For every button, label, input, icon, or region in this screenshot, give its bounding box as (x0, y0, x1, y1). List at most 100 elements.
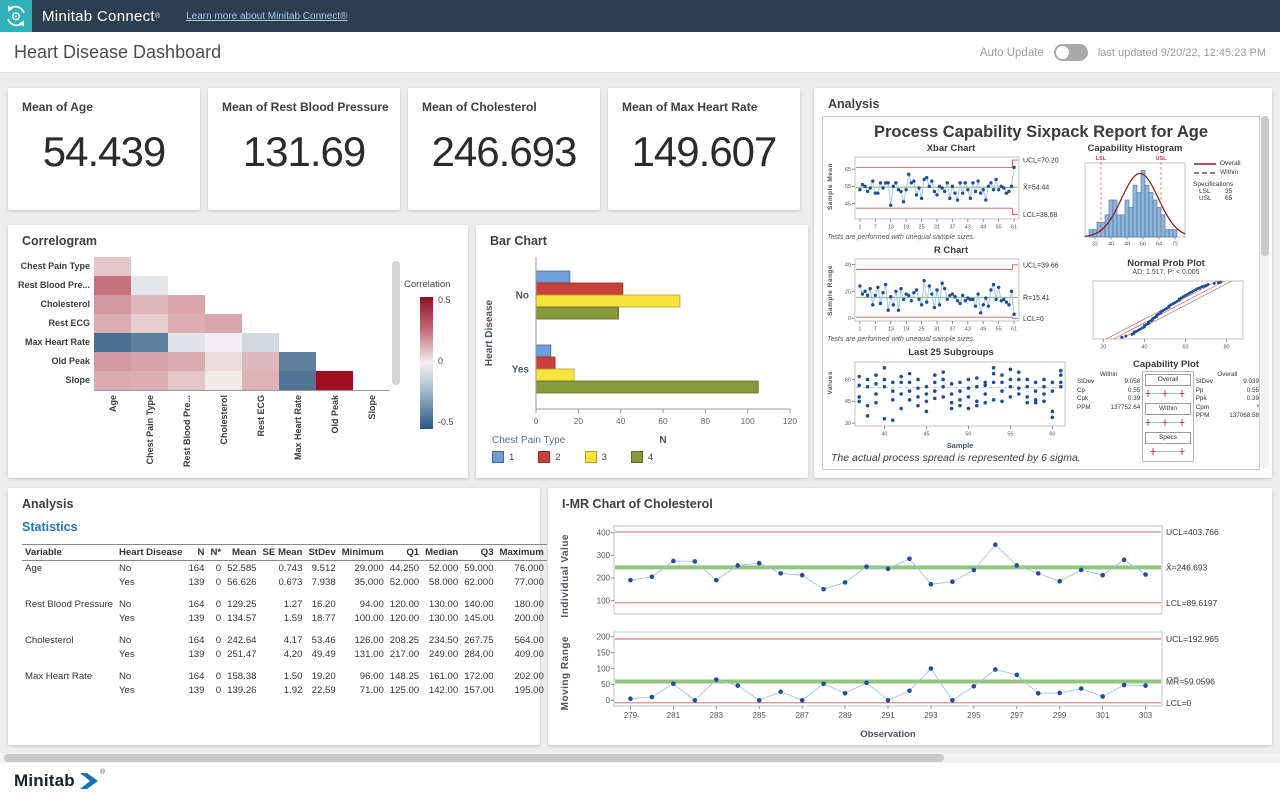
svg-text:Sample: Sample (947, 441, 974, 450)
bar-chart-panel: Bar Chart NoYes020406080100120NHeart Dis… (476, 225, 808, 478)
dashboard-main: Mean of Age 54.439 Mean of Rest Blood Pr… (0, 72, 1280, 753)
registered-mark: ® (155, 13, 160, 20)
svg-text:100: 100 (741, 416, 755, 426)
heatmap-cell (205, 352, 242, 371)
svg-text:49: 49 (980, 327, 986, 333)
heatmap-cell (279, 352, 316, 371)
svg-text:40: 40 (1141, 345, 1147, 351)
minitab-connect-logo[interactable]: ⚙ (0, 0, 32, 32)
svg-text:UCL=70.20: UCL=70.20 (1023, 158, 1059, 165)
heatmap-col-label: Cholesterol (205, 395, 242, 473)
heatmap-row-label: Chest Pain Type (12, 257, 90, 276)
svg-text:N: N (659, 435, 666, 446)
footer-brand: Minitab (14, 771, 75, 791)
process-spread-note: The actual process spread is represented… (831, 452, 1251, 464)
svg-text:303: 303 (1139, 711, 1153, 720)
svg-text:289: 289 (838, 711, 852, 720)
heatmap-cell (94, 295, 131, 314)
svg-text:55: 55 (996, 327, 1002, 333)
page-header: Heart Disease Dashboard Auto Update last… (0, 32, 1280, 73)
kpi-value: 54.439 (8, 128, 200, 176)
unequal-samples-note: Tests are performed with unequal sample … (827, 234, 1077, 241)
legend-item: 1 (492, 451, 514, 463)
svg-text:LCL=0: LCL=0 (1166, 698, 1192, 708)
kpi-label: Mean of Cholesterol (422, 100, 537, 114)
heatmap-cell (205, 371, 242, 390)
vertical-scrollbar[interactable] (1261, 116, 1269, 468)
toggle-knob (1056, 46, 1069, 59)
svg-text:43: 43 (965, 225, 971, 231)
svg-text:25: 25 (919, 327, 925, 333)
colorbar-tick: -0.5 (438, 417, 454, 427)
svg-text:100: 100 (597, 664, 611, 673)
legend-within-label: Within (1220, 169, 1238, 176)
kpi-card-cholesterol: Mean of Cholesterol 246.693 (408, 88, 600, 210)
panel-title: Bar Chart (490, 234, 547, 248)
svg-text:1: 1 (858, 327, 861, 333)
svg-text:31: 31 (934, 327, 940, 333)
legend-items: 1234 (492, 451, 653, 463)
svg-text:40: 40 (845, 262, 851, 268)
panel-title: I-MR Chart of Cholesterol (562, 497, 713, 511)
svg-text:200: 200 (597, 574, 611, 583)
kpi-label: Mean of Max Heart Rate (622, 100, 757, 114)
statistics-link[interactable]: Statistics (22, 520, 78, 534)
heatmap-cell (94, 257, 131, 276)
svg-text:7: 7 (874, 225, 877, 231)
last25-chart: 3045604045505560Sample (825, 358, 1077, 455)
histogram-legend: Overall Within Specifications LSL35USL65 (1193, 159, 1257, 202)
table-row: Rest Blood PressureNo1640129.251.2716.20… (22, 597, 547, 611)
table-header: N* (207, 545, 224, 561)
legend-item: 2 (538, 451, 560, 463)
heatmap-cell (168, 352, 205, 371)
svg-text:293: 293 (924, 711, 938, 720)
table-row: Yes1390134.571.5918.77100.00120.00130.00… (22, 611, 547, 625)
heatmap-row-label: Max Heart Rate (12, 333, 90, 352)
panel-scrollbar-thumb[interactable] (392, 261, 400, 385)
heatmap-cell (131, 314, 168, 333)
svg-text:0: 0 (534, 416, 539, 426)
svg-text:Observation: Observation (860, 729, 916, 740)
table-header: Q1 (387, 545, 422, 561)
heatmap-row-label: Slope (12, 371, 90, 390)
svg-text:25: 25 (919, 225, 925, 231)
svg-text:31: 31 (934, 225, 940, 231)
scrollbar-thumb[interactable] (1261, 116, 1269, 256)
horizontal-scrollbar[interactable] (0, 753, 1280, 763)
learn-more-link[interactable]: Learn more about Minitab Connect® (186, 11, 347, 22)
svg-text:400: 400 (597, 529, 611, 538)
svg-text:R̄=15.41: R̄=15.41 (1023, 294, 1050, 302)
heatmap-col-label: Chest Pain Type (131, 395, 168, 473)
svg-text:20: 20 (845, 289, 851, 295)
page-footer: Minitab ® (0, 763, 1280, 802)
last-updated-text: last updated 9/20/22, 12:45:23 PM (1098, 47, 1266, 59)
sixpack-report: Process Capability Sixpack Report for Ag… (822, 116, 1260, 470)
heatmap-cell (168, 371, 205, 390)
legend-item: 3 (585, 451, 607, 463)
normal-prob-plot-title: Normal Prob Plot (1081, 258, 1251, 269)
table-header: Maximum (497, 545, 547, 561)
table-header: Median (422, 545, 461, 561)
individual-value-axis-label: Individual Value (560, 534, 571, 618)
svg-text:287: 287 (795, 711, 809, 720)
svg-text:Heart Disease: Heart Disease (484, 299, 495, 366)
brand-name: Minitab Connect (42, 8, 155, 25)
svg-text:295: 295 (967, 711, 981, 720)
table-header: StDev (305, 545, 338, 561)
svg-text:M̅R̅=59.0596: M̅R̅=59.0596 (1166, 677, 1215, 687)
heatmap-cell (131, 333, 168, 352)
heatmap-cell (168, 295, 205, 314)
svg-text:61: 61 (1011, 225, 1017, 231)
svg-text:45: 45 (845, 399, 851, 405)
svg-text:37: 37 (949, 225, 955, 231)
sixpack-report-title: Process Capability Sixpack Report for Ag… (823, 123, 1259, 142)
auto-update-toggle[interactable] (1054, 44, 1088, 61)
svg-text:150: 150 (597, 648, 611, 657)
svg-text:UCL=403.766: UCL=403.766 (1166, 527, 1219, 537)
svg-text:19: 19 (903, 327, 909, 333)
bar-chart: NoYes020406080100120NHeart Disease (478, 249, 802, 454)
svg-text:55: 55 (1007, 432, 1013, 438)
svg-text:279: 279 (624, 711, 638, 720)
heatmap-cell (242, 333, 279, 352)
scrollbar-thumb[interactable] (4, 754, 944, 762)
